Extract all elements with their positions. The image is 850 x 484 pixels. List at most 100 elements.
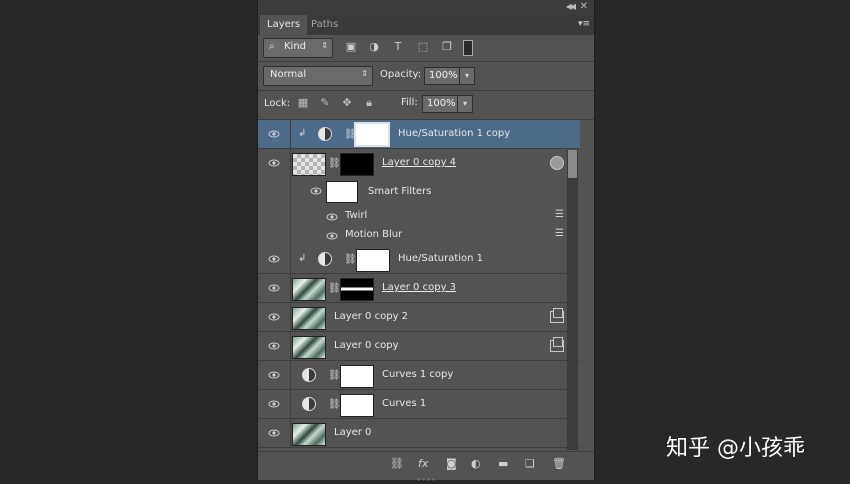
layers-panel: ◀◀ ✕ Layers Paths ▾≡ ⌕ Kind ⇕ ▣ ◑ T ⬚ ❐ … bbox=[257, 0, 595, 484]
layer-name[interactable]: Layer 0 copy 2 bbox=[334, 311, 408, 322]
blend-mode-select[interactable]: Normal ⇕ bbox=[263, 66, 373, 86]
smart-object-filter-icon[interactable]: ❐ bbox=[440, 40, 454, 54]
layer-row[interactable]: Layer 0 copy bbox=[258, 332, 580, 361]
chain-link-icon[interactable]: ⛓ bbox=[328, 370, 341, 381]
chain-link-icon[interactable]: ⛓ bbox=[344, 254, 357, 265]
layer-name[interactable]: Curves 1 bbox=[382, 398, 426, 409]
new-layer-icon[interactable]: ❏ bbox=[525, 457, 535, 470]
new-group-icon[interactable]: ▬ bbox=[498, 457, 508, 470]
layer-row[interactable]: Layer 0 bbox=[258, 419, 580, 448]
eye-icon[interactable] bbox=[310, 185, 322, 197]
divider bbox=[258, 90, 594, 91]
layer-thumbnail[interactable] bbox=[292, 423, 326, 446]
eye-icon[interactable] bbox=[268, 282, 280, 294]
layer-name[interactable]: Layer 0 bbox=[334, 427, 371, 438]
lock-transparent-icon[interactable]: ▦ bbox=[296, 96, 310, 110]
blend-mode-value: Normal bbox=[270, 69, 307, 80]
smart-filters-label: Smart Filters bbox=[368, 186, 432, 197]
eye-icon[interactable] bbox=[268, 369, 280, 381]
image-filter-icon[interactable]: ▣ bbox=[344, 40, 358, 54]
filter-options-icon[interactable]: ☰ bbox=[555, 228, 564, 239]
mask-thumbnail[interactable] bbox=[340, 153, 374, 176]
layer-thumbnail[interactable] bbox=[292, 278, 326, 301]
fill-dropdown-icon[interactable]: ▾ bbox=[457, 95, 473, 113]
visibility-column bbox=[258, 177, 291, 246]
layer-thumbnail[interactable] bbox=[292, 336, 326, 359]
fx-icon[interactable]: fx bbox=[418, 457, 428, 470]
layer-row[interactable]: ↲ ⛓ Hue/Saturation 1 copy bbox=[258, 120, 580, 149]
eye-icon[interactable] bbox=[268, 340, 280, 352]
delete-layer-icon[interactable]: 🗑︎ bbox=[552, 457, 566, 470]
lock-all-icon[interactable]: 🔒︎ bbox=[362, 96, 376, 110]
eye-icon[interactable] bbox=[268, 128, 280, 140]
layer-name[interactable]: Layer 0 copy 3 bbox=[382, 282, 456, 293]
shape-filter-icon[interactable]: ⬚ bbox=[416, 40, 430, 54]
filter-kind-select[interactable]: ⌕ Kind ⇕ bbox=[263, 38, 333, 58]
lock-image-icon[interactable]: ✎ bbox=[318, 96, 332, 110]
layer-thumbnail[interactable] bbox=[292, 307, 326, 330]
layer-row[interactable]: ⛓ Layer 0 copy 3 bbox=[258, 274, 580, 303]
layer-name[interactable]: Curves 1 copy bbox=[382, 369, 453, 380]
filter-name[interactable]: Motion Blur bbox=[345, 229, 402, 240]
panel-title-strip: ◀◀ ✕ bbox=[258, 0, 594, 15]
opacity-dropdown-icon[interactable]: ▾ bbox=[459, 67, 475, 85]
scrollbar-track[interactable] bbox=[567, 150, 578, 450]
mask-thumbnail[interactable] bbox=[356, 249, 390, 272]
chain-link-icon[interactable]: ⛓ bbox=[328, 158, 341, 169]
eye-icon[interactable] bbox=[326, 230, 338, 242]
eye-icon[interactable] bbox=[326, 211, 338, 223]
filter-kind-label: Kind bbox=[284, 41, 307, 52]
layer-row[interactable]: ↲ ⛓ Hue/Saturation 1 bbox=[258, 245, 580, 274]
collapse-panel-icon[interactable]: ◀◀ bbox=[566, 2, 576, 11]
mask-thumbnail[interactable] bbox=[340, 365, 374, 388]
eye-icon[interactable] bbox=[268, 157, 280, 169]
fill-input[interactable]: 100% bbox=[422, 95, 458, 113]
filter-toggle-icon[interactable] bbox=[463, 40, 473, 56]
eye-icon[interactable] bbox=[268, 398, 280, 410]
smart-filters-row[interactable]: Smart Filters bbox=[290, 177, 580, 207]
tab-paths[interactable]: Paths bbox=[304, 15, 345, 35]
adjustment-layer-icon bbox=[318, 252, 332, 266]
smart-object-badge-icon bbox=[550, 308, 564, 323]
tab-layers[interactable]: Layers bbox=[260, 15, 308, 35]
eye-icon[interactable] bbox=[268, 427, 280, 439]
link-layers-icon[interactable]: ⛓ bbox=[390, 457, 404, 470]
clipping-arrow-icon: ↲ bbox=[298, 128, 307, 139]
chain-link-icon[interactable]: ⛓ bbox=[328, 283, 341, 294]
scrollbar-thumb[interactable] bbox=[568, 150, 577, 178]
adjustment-layer-icon bbox=[318, 127, 332, 141]
eye-icon[interactable] bbox=[268, 253, 280, 265]
mask-thumbnail[interactable] bbox=[340, 394, 374, 417]
layer-name[interactable]: Layer 0 copy 4 bbox=[382, 157, 456, 168]
filter-row[interactable]: Twirl ☰ bbox=[290, 207, 580, 226]
layer-name[interactable]: Hue/Saturation 1 bbox=[398, 253, 483, 264]
panel-menu-icon[interactable]: ▾≡ bbox=[578, 19, 590, 29]
layer-row[interactable]: Layer 0 copy 2 bbox=[258, 303, 580, 332]
eye-icon[interactable] bbox=[268, 311, 280, 323]
filter-name[interactable]: Twirl bbox=[345, 210, 367, 221]
add-mask-icon[interactable]: ◙ bbox=[446, 457, 457, 470]
layer-row[interactable]: ⛓ Curves 1 bbox=[258, 390, 580, 419]
resize-grip[interactable]: ∙∙∙∙ bbox=[416, 475, 436, 484]
filter-row[interactable]: Motion Blur ☰ bbox=[290, 226, 580, 246]
layer-name[interactable]: Layer 0 copy bbox=[334, 340, 398, 351]
lock-label: Lock: bbox=[264, 98, 291, 109]
mask-thumbnail[interactable] bbox=[354, 122, 390, 147]
layer-name[interactable]: Hue/Saturation 1 copy bbox=[398, 128, 510, 139]
opacity-input[interactable]: 100% bbox=[424, 67, 460, 85]
adjustment-filter-icon[interactable]: ◑ bbox=[367, 40, 381, 54]
layer-thumbnail[interactable] bbox=[292, 153, 326, 176]
smart-object-badge-icon bbox=[550, 337, 564, 352]
type-filter-icon[interactable]: T bbox=[391, 40, 405, 54]
chain-link-icon[interactable]: ⛓ bbox=[328, 399, 341, 410]
smart-filter-mask-thumbnail[interactable] bbox=[326, 181, 358, 203]
adjustment-layer-icon bbox=[302, 397, 316, 411]
layer-row[interactable]: ⛓ Curves 1 copy bbox=[258, 361, 580, 390]
mask-thumbnail[interactable] bbox=[340, 278, 374, 301]
new-adjustment-icon[interactable]: ◐ bbox=[471, 457, 481, 470]
lock-position-icon[interactable]: ✥ bbox=[340, 96, 354, 110]
filter-options-icon[interactable]: ☰ bbox=[555, 209, 564, 220]
search-icon: ⌕ bbox=[269, 41, 275, 52]
layer-row[interactable]: ⛓ Layer 0 copy 4 bbox=[258, 149, 580, 177]
close-panel-icon[interactable]: ✕ bbox=[580, 1, 588, 12]
